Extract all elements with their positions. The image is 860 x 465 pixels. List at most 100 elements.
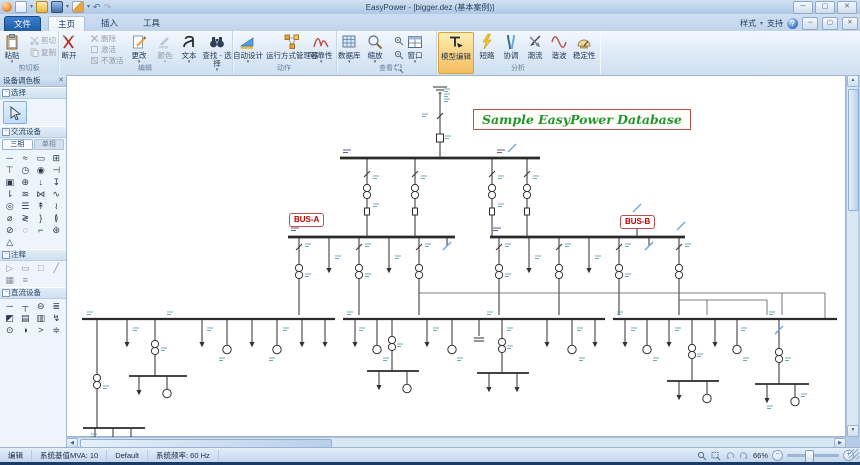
device-icon[interactable]: ⌀	[2, 212, 18, 224]
color-button[interactable]: 颜色	[156, 33, 174, 64]
close-button[interactable]: ✕	[837, 1, 857, 14]
oneline-canvas[interactable]: Sample EasyPower Database BUS-A BUS-B	[66, 75, 846, 437]
palette-section-dc[interactable]: 直流设备	[0, 287, 66, 299]
device-icon[interactable]: ◉	[33, 164, 49, 176]
device-icon[interactable]: ⊖	[33, 300, 49, 312]
device-icon[interactable]: ▤	[18, 312, 34, 324]
scroll-down-icon[interactable]: ▼	[847, 425, 859, 437]
zoom-out-icon[interactable]	[392, 48, 406, 61]
power-flow-button[interactable]: 潮流	[526, 33, 544, 60]
disconnect-button[interactable]: 断开	[60, 33, 78, 60]
short-circuit-button[interactable]: 短路	[478, 33, 496, 60]
device-icon[interactable]: ≡	[18, 274, 34, 286]
help-icon[interactable]: ?	[787, 18, 798, 29]
device-icon[interactable]: ◷	[18, 164, 34, 176]
redo-icon[interactable]: ↷	[104, 2, 112, 12]
device-icon[interactable]: △	[2, 236, 18, 248]
device-icon[interactable]: ⊘	[2, 224, 18, 236]
device-icon[interactable]: ⇂	[2, 188, 18, 200]
activate-button[interactable]: 激活	[90, 44, 116, 55]
device-icon[interactable]: ◩	[2, 312, 18, 324]
window-button[interactable]: 窗口	[406, 33, 424, 64]
device-icon[interactable]: ◌	[18, 224, 34, 236]
device-icon[interactable]: □	[33, 262, 49, 274]
device-icon[interactable]: ⌐	[33, 224, 49, 236]
diagram-title[interactable]: Sample EasyPower Database	[473, 109, 691, 130]
stability-button[interactable]: 稳定性	[573, 33, 596, 60]
resize-grip[interactable]	[849, 449, 859, 459]
device-icon[interactable]: ⋈	[33, 188, 49, 200]
device-icon[interactable]: >	[33, 324, 49, 336]
device-icon[interactable]: ▭	[33, 152, 49, 164]
tab-three-phase[interactable]: 三相	[2, 139, 33, 150]
palette-section-ac[interactable]: 交流设备	[0, 126, 66, 138]
doc-close-button[interactable]: ✕	[842, 17, 858, 30]
zoom-in-icon[interactable]	[392, 34, 406, 47]
dropdown-arrow-icon[interactable]: ▾	[87, 2, 90, 12]
reliability-button[interactable]: 可靠性	[310, 33, 333, 64]
app-icon[interactable]	[2, 2, 12, 12]
device-icon[interactable]: ▣	[2, 176, 18, 188]
zoom-slider[interactable]	[787, 454, 839, 457]
cut-button[interactable]: 剪切	[30, 35, 56, 46]
draw-icon[interactable]	[72, 1, 84, 13]
device-icon[interactable]: ≷	[18, 212, 34, 224]
device-icon[interactable]: ▭	[18, 262, 34, 274]
device-icon[interactable]: ┬	[18, 300, 34, 312]
device-icon[interactable]: ⊞	[49, 152, 65, 164]
tab-home[interactable]: 主页	[48, 16, 85, 32]
delete-button[interactable]: 删除	[90, 33, 116, 44]
tab-insert[interactable]: 插入	[92, 16, 127, 31]
device-icon[interactable]: }	[33, 212, 49, 224]
device-icon[interactable]: ↯	[49, 312, 65, 324]
undo-icon[interactable]: ↶	[93, 2, 101, 12]
palette-section-select[interactable]: 选择	[0, 87, 66, 99]
device-icon[interactable]: ▷	[2, 262, 18, 274]
support-menu[interactable]: 支持	[767, 18, 783, 29]
zoom-tool-icon[interactable]	[697, 451, 707, 461]
coordination-button[interactable]: 协调	[502, 33, 520, 60]
device-icon[interactable]: ≣	[49, 300, 65, 312]
bus-a-callout[interactable]: BUS-A	[289, 213, 324, 227]
device-icon[interactable]: ☰	[18, 200, 34, 212]
device-icon[interactable]: ≈	[18, 152, 34, 164]
device-icon[interactable]: ╱	[49, 262, 65, 274]
device-icon[interactable]: ≑	[49, 324, 65, 336]
database-button[interactable]: 数据库	[338, 33, 361, 64]
device-icon[interactable]: ≬	[49, 212, 65, 224]
previous-view-icon[interactable]	[725, 451, 735, 461]
restore-button[interactable]: ▢	[815, 1, 835, 14]
device-icon[interactable]: ▥	[33, 312, 49, 324]
palette-section-annotation[interactable]: 注释	[0, 249, 66, 261]
device-icon[interactable]: ⊣	[49, 164, 65, 176]
zoom-button[interactable]: 缩放	[366, 33, 384, 64]
tab-tools[interactable]: 工具	[134, 16, 169, 31]
device-icon[interactable]: ↓	[33, 176, 49, 188]
harmonics-button[interactable]: 谐波	[550, 33, 568, 60]
paste-button[interactable]: 粘贴	[3, 33, 21, 64]
device-icon[interactable]: ─	[2, 300, 18, 312]
close-icon[interactable]: ✕	[58, 75, 64, 86]
device-icon[interactable]: ≀	[49, 200, 65, 212]
zoom-out-button[interactable]: −	[772, 450, 783, 461]
tab-single-phase[interactable]: 单相	[34, 139, 65, 150]
copy-button[interactable]: 复制	[30, 47, 56, 58]
minimize-button[interactable]: ─	[793, 1, 813, 14]
new-document-icon[interactable]	[15, 1, 27, 13]
zoom-window-icon[interactable]	[711, 451, 721, 461]
vertical-scrollbar[interactable]: ▲ ▼	[846, 75, 858, 437]
device-icon[interactable]: ∿	[49, 188, 65, 200]
style-menu[interactable]: 样式	[740, 18, 756, 29]
bus-b-callout[interactable]: BUS-B	[620, 215, 655, 229]
device-icon[interactable]: ⊙	[2, 324, 18, 336]
dropdown-arrow-icon[interactable]: ▾	[66, 2, 69, 12]
dropdown-arrow-icon[interactable]: ▾	[30, 2, 33, 12]
open-file-icon[interactable]	[36, 1, 48, 13]
doc-restore-button[interactable]: ▢	[822, 17, 838, 30]
vscroll-thumb[interactable]	[848, 89, 859, 211]
modify-button[interactable]: 更改	[130, 33, 148, 64]
device-icon[interactable]: ↟	[33, 200, 49, 212]
select-tool-button[interactable]	[3, 101, 27, 124]
text-button[interactable]: 文本	[180, 33, 198, 64]
doc-minimize-button[interactable]: ─	[802, 17, 818, 30]
